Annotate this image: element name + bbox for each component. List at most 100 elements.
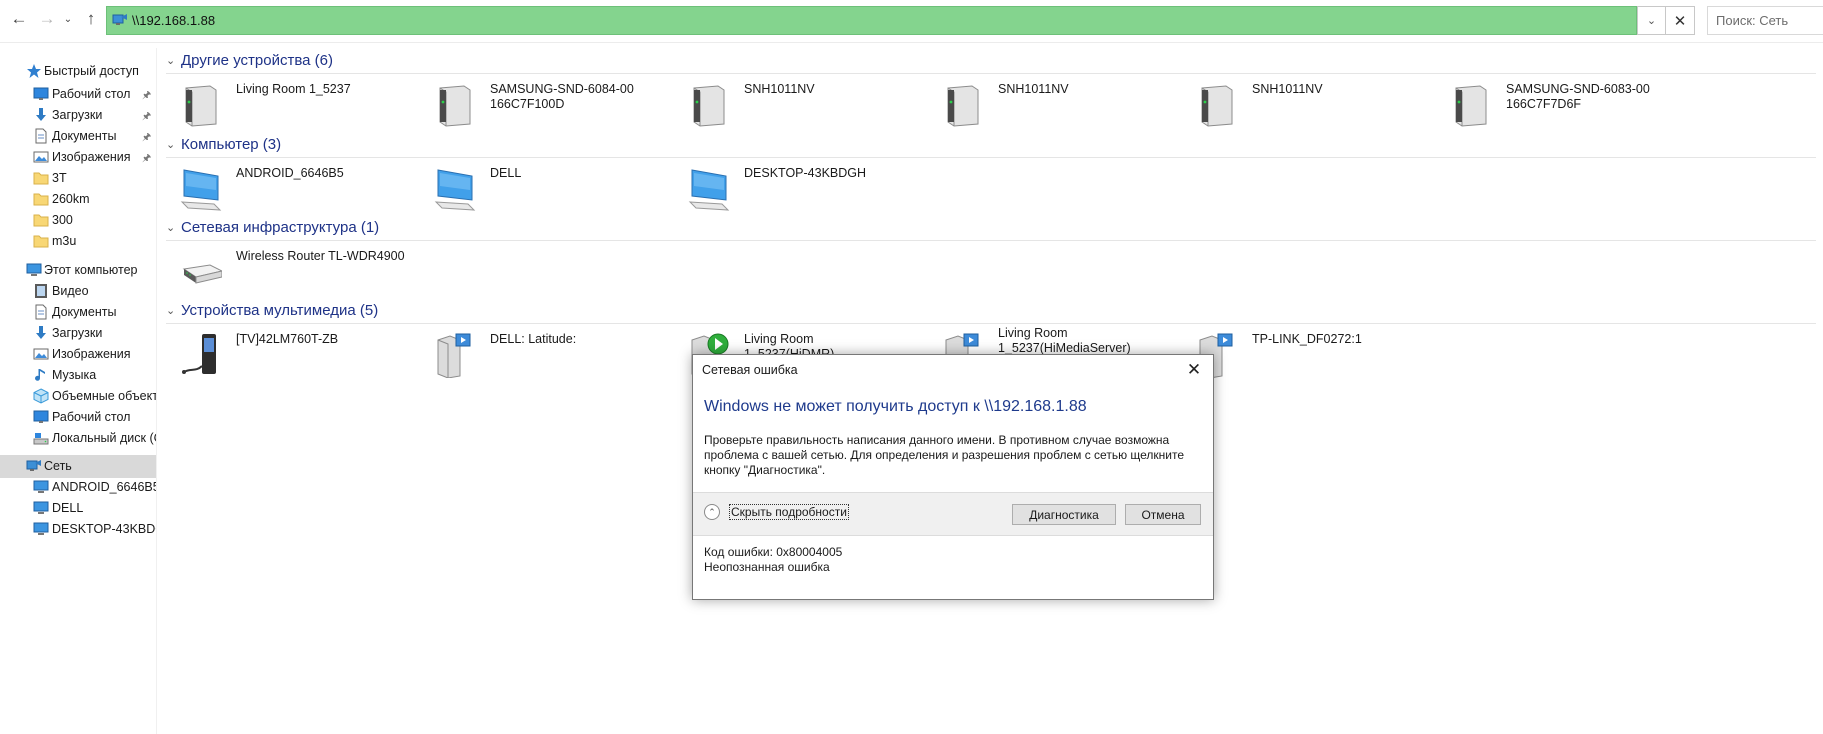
sidebar-item-folder-m3u[interactable]: m3u	[0, 230, 156, 253]
error-text: Неопознанная ошибка	[704, 560, 830, 574]
device-tile[interactable]: SAMSUNG-SND-6083-00166C7F7D6F	[1440, 82, 1680, 132]
group-divider	[166, 73, 1816, 74]
chevron-down-icon: ⌄	[63, 13, 73, 25]
pictures-icon	[33, 348, 49, 360]
sidebar-item-music[interactable]: Музыка	[0, 364, 156, 387]
sidebar-item-pictures[interactable]: Изображения 🖈	[0, 146, 156, 169]
address-dropdown-button[interactable]: ⌄	[1637, 6, 1666, 35]
sidebar-item-quick-access[interactable]: Быстрый доступ	[0, 60, 156, 83]
close-icon: ✕	[1186, 360, 1202, 379]
folder-icon	[33, 172, 49, 185]
sidebar-item-local-disk[interactable]: Локальный диск (C:)	[0, 427, 156, 450]
pin-icon: 🖈	[142, 90, 152, 101]
arrow-right-icon: →	[38, 9, 56, 28]
pin-icon: 🖈	[142, 132, 152, 143]
device-tile[interactable]: Living Room 1_5237	[170, 82, 410, 132]
sidebar-item-3d-objects[interactable]: Объемные объекты	[0, 385, 156, 408]
computer-icon	[180, 169, 222, 211]
device-tile[interactable]: SNH1011NV	[932, 82, 1172, 132]
search-input[interactable]: Поиск: Сеть	[1707, 6, 1823, 35]
group-header-network-infrastructure[interactable]: ⌄ Сетевая инфраструктура (1)	[166, 219, 1816, 241]
address-text[interactable]: \\192.168.1.88	[132, 13, 215, 28]
sidebar-item-android[interactable]: ANDROID_6646B5	[0, 476, 156, 499]
group-divider	[166, 157, 1816, 158]
diagnose-button[interactable]: Диагностика	[1012, 504, 1116, 525]
address-bar[interactable]: \\192.168.1.88	[106, 6, 1637, 35]
forward-button[interactable]: →	[36, 8, 58, 30]
computer-tile[interactable]: DESKTOP-43KBDGH	[678, 166, 918, 216]
cancel-button[interactable]: Отмена	[1125, 504, 1201, 525]
sidebar-item-this-pc[interactable]: Этот компьютер	[0, 259, 156, 282]
group-divider	[166, 240, 1816, 241]
device-tile[interactable]: SAMSUNG-SND-6084-00166C7F100D	[424, 82, 664, 132]
error-code: Код ошибки: 0x80004005	[704, 545, 843, 559]
router-icon	[182, 264, 222, 284]
group-header-computers[interactable]: ⌄ Компьютер (3)	[166, 136, 1816, 158]
group-header-multimedia[interactable]: ⌄ Устройства мультимедиа (5)	[166, 302, 1816, 324]
dialog-heading: Windows не может получить доступ к \\192…	[704, 398, 1087, 415]
media-tile[interactable]: DELL: Latitude:	[424, 332, 664, 382]
sidebar-item-network[interactable]: Сеть	[0, 455, 156, 478]
chevron-up-icon: ⌃	[708, 506, 716, 517]
video-icon	[35, 284, 47, 298]
computer-tile[interactable]: DELL	[424, 166, 664, 216]
desktop-icon	[33, 410, 49, 423]
details-toggle-link[interactable]: Скрыть подробности	[729, 504, 849, 520]
sidebar-item-documents[interactable]: Документы 🖈	[0, 125, 156, 148]
group-divider	[166, 323, 1816, 324]
sidebar-item-folder-3t[interactable]: 3T	[0, 167, 156, 190]
chevron-down-icon: ⌄	[166, 222, 176, 234]
back-button[interactable]: ←	[8, 8, 30, 30]
music-icon	[35, 369, 45, 381]
navigation-pane: Быстрый доступ Рабочий стол 🖈 Загрузки 🖈…	[0, 48, 157, 734]
computer-icon	[33, 501, 49, 514]
sidebar-item-folder-260km[interactable]: 260km	[0, 188, 156, 211]
error-details: Код ошибки: 0x80004005 Неопознанная ошиб…	[704, 545, 842, 575]
arrow-left-icon: ←	[10, 9, 28, 28]
up-button[interactable]: ↑	[80, 8, 102, 30]
router-tile[interactable]: Wireless Router TL-WDR4900	[170, 249, 410, 299]
device-icon	[1455, 85, 1487, 127]
dialog-button-bar: ⌃ Скрыть подробности Диагностика Отмена	[693, 492, 1213, 536]
network-icon	[26, 460, 41, 471]
address-clear-button[interactable]: ✕	[1666, 6, 1695, 35]
dialog-close-button[interactable]: ✕	[1177, 357, 1211, 383]
close-icon: ✕	[1673, 12, 1687, 30]
sidebar-item-dell[interactable]: DELL	[0, 497, 156, 520]
sidebar-item-pc-pictures[interactable]: Изображения	[0, 343, 156, 366]
details-toggle-button[interactable]: ⌃	[704, 504, 720, 520]
navigation-toolbar: ← → ⌄ ↑ \\192.168.1.88 ⌄ ✕ Поиск: Сеть	[0, 0, 1823, 43]
download-icon	[36, 108, 46, 121]
chevron-down-icon: ⌄	[166, 139, 176, 151]
3d-objects-icon	[33, 388, 49, 404]
search-placeholder: Поиск: Сеть	[1716, 13, 1789, 28]
computer-tile[interactable]: ANDROID_6646B5	[170, 166, 410, 216]
group-header-other-devices[interactable]: ⌄ Другие устройства (6)	[166, 52, 1816, 74]
sidebar-item-desktop-43kbdgh[interactable]: DESKTOP-43KBDGH	[0, 518, 156, 541]
pin-icon: 🖈	[142, 111, 152, 122]
sidebar-item-videos[interactable]: Видео	[0, 280, 156, 303]
media-tile[interactable]: [TV]42LM760T-ZB	[170, 332, 410, 382]
device-icon	[693, 85, 725, 127]
device-icon	[185, 85, 217, 127]
arrow-up-icon: ↑	[86, 9, 96, 28]
recent-locations-button[interactable]: ⌄	[61, 8, 75, 30]
device-icon	[1201, 85, 1233, 127]
pictures-icon	[33, 151, 49, 163]
sidebar-item-downloads[interactable]: Загрузки 🖈	[0, 104, 156, 127]
folder-icon	[33, 235, 49, 248]
sidebar-item-pc-downloads[interactable]: Загрузки	[0, 322, 156, 345]
computer-icon	[434, 169, 476, 211]
documents-icon	[35, 128, 47, 144]
sidebar-item-folder-300[interactable]: 300	[0, 209, 156, 232]
download-icon	[36, 326, 46, 339]
dialog-message: Проверьте правильность написания данного…	[704, 433, 1185, 477]
pin-icon: 🖈	[142, 153, 152, 164]
device-tile[interactable]: SNH1011NV	[678, 82, 918, 132]
sidebar-item-pc-documents[interactable]: Документы	[0, 301, 156, 324]
sidebar-item-desktop[interactable]: Рабочий стол 🖈	[0, 83, 156, 106]
media-tile[interactable]: TP-LINK_DF0272:1	[1186, 332, 1426, 382]
device-tile[interactable]: SNH1011NV	[1186, 82, 1426, 132]
device-icon	[439, 85, 471, 127]
sidebar-item-pc-desktop[interactable]: Рабочий стол	[0, 406, 156, 429]
